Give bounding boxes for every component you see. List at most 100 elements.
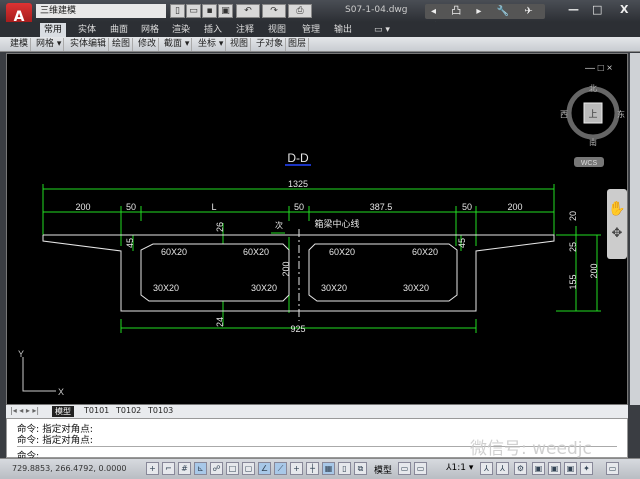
viewcube-south[interactable]: 南 (589, 137, 597, 147)
tab-render[interactable]: 渲染 (168, 23, 194, 37)
new-icon[interactable]: ▯ (170, 4, 185, 18)
infer-constraints-toggle[interactable]: + (146, 462, 159, 475)
drawing-canvas[interactable]: — □ × 上 北 南 西 东 WCS ✋ ✥ D-D 1325 200 50 … (6, 53, 628, 405)
polar-toggle[interactable]: ☍ (210, 462, 223, 475)
navigation-bar[interactable]: ✋ ✥ (607, 189, 627, 259)
dim-bottom-slab: 24 (215, 317, 225, 327)
ucs-x-label: X (58, 387, 64, 397)
chamfer-label: 30X20 (321, 283, 347, 293)
selection-cycling-toggle[interactable]: ⧉ (354, 462, 367, 475)
panel-layers[interactable]: 图层 (286, 38, 310, 51)
workspace-switch-icon[interactable]: ⚙ (514, 462, 527, 475)
tab-layout-t0103[interactable]: T0103 (148, 406, 173, 415)
minimize-button[interactable]: — (568, 3, 579, 16)
3dosnap-toggle[interactable]: ▢ (242, 462, 255, 475)
ucs-icon (22, 357, 56, 392)
viewcube-east[interactable]: 东 (617, 109, 625, 119)
panel-coordinates[interactable]: 坐标 ▾ (196, 38, 227, 51)
tab-layout-t0102[interactable]: T0102 (116, 406, 141, 415)
lightbulb-icon[interactable]: ✦ (580, 462, 593, 475)
saveas-icon[interactable]: ▣ (218, 4, 233, 18)
dim-right-haunch: 45 (457, 238, 467, 248)
save-icon[interactable]: ▪ (202, 4, 217, 18)
ribbon-tabs: 常用 实体 曲面 网格 渲染 插入 注释 视图 管理 输出 ▭ ▾ (0, 22, 640, 37)
tab-insert[interactable]: 插入 (200, 23, 226, 37)
viewcube[interactable]: 上 北 南 西 东 WCS (560, 84, 625, 167)
tab-model[interactable]: 模型 (52, 406, 74, 417)
quick-properties-toggle[interactable]: ▯ (338, 462, 351, 475)
dim-right-a: 20 (568, 211, 578, 221)
infocenter-toolbar[interactable]: ◂ 凸 ▸ 🔧 ✈ ★ ? (425, 4, 545, 32)
panel-modeling[interactable]: 建模 (8, 38, 32, 51)
tab-mesh[interactable]: 网格 (137, 23, 163, 37)
chamfer-label: 30X20 (153, 283, 179, 293)
dim-right-total: 200 (589, 263, 599, 278)
pan-icon[interactable]: ✋ (608, 200, 625, 216)
tab-output[interactable]: 输出 (330, 23, 356, 37)
watermark: 微信号: weedjc (470, 439, 592, 459)
chamfer-label: 30X20 (403, 283, 429, 293)
dim-right-web: 50 (462, 202, 472, 212)
quick-view-icon[interactable]: ▭ (414, 462, 427, 475)
centerline-label: 箱梁中心线 (314, 218, 359, 229)
transparency-toggle[interactable]: ▦ (322, 462, 335, 475)
tab-home[interactable]: 常用 (40, 23, 67, 37)
dyn-toggle[interactable]: + (290, 462, 303, 475)
orbit-icon[interactable]: ✥ (612, 225, 623, 240)
status-bar: 729.8853, 266.4792, 0.0000 + ⌐ # ⊾ ☍ □ ▢… (0, 458, 640, 479)
panel-subobject[interactable]: 子对象 (254, 38, 287, 51)
coordinates-readout: 729.8853, 266.4792, 0.0000 (12, 464, 127, 473)
panel-draw[interactable]: 绘图 (110, 38, 134, 51)
tab-surface[interactable]: 曲面 (106, 23, 132, 37)
auto-scale-icon[interactable]: ⅄ (496, 462, 509, 475)
lineweight-toggle[interactable]: ┼ (306, 462, 319, 475)
layout-view-icon[interactable]: ▭ (398, 462, 411, 475)
chamfer-label: 60X20 (243, 247, 269, 257)
tab-layout-t0101[interactable]: T0101 (84, 406, 109, 415)
dim-center-web: 50 (294, 202, 304, 212)
tab-manage[interactable]: 管理 (298, 23, 324, 37)
panel-solid-edit[interactable]: 实体编辑 (68, 38, 110, 51)
document-title: S07-1-04.dwg (345, 5, 408, 15)
maximize-button[interactable]: □ (592, 3, 602, 16)
annotation-visibility-icon[interactable]: ⅄ (480, 462, 493, 475)
tab-extra-dropdown[interactable]: ▭ ▾ (370, 23, 394, 37)
vertical-scrollbar[interactable] (630, 53, 640, 405)
panel-view[interactable]: 视图 (228, 38, 252, 51)
tab-view[interactable]: 视图 (264, 23, 290, 37)
plot-icon[interactable]: ⎙ (288, 4, 312, 18)
ortho-toggle[interactable]: ⊾ (194, 462, 207, 475)
model-space-button[interactable]: 模型 (374, 463, 392, 476)
osnap-toggle[interactable]: □ (226, 462, 239, 475)
tab-solid[interactable]: 实体 (74, 23, 100, 37)
grid-toggle[interactable]: # (178, 462, 191, 475)
ducs-toggle[interactable]: ⟋ (274, 462, 287, 475)
dim-overall: 1325 (288, 179, 308, 189)
otrack-toggle[interactable]: ∠ (258, 462, 271, 475)
layout-nav-buttons[interactable]: |◂ ◂ ▸ ▸| (10, 406, 39, 415)
viewcube-west[interactable]: 西 (560, 110, 568, 119)
undo-icon[interactable]: ↶ (236, 4, 260, 18)
viewcube-north[interactable]: 北 (589, 84, 597, 93)
annotation-scale-dropdown[interactable]: ⅄1:1 ▾ (446, 463, 473, 473)
open-icon[interactable]: ▭ (186, 4, 201, 18)
close-button[interactable]: X (620, 3, 628, 16)
viewport-controls[interactable]: — □ × (585, 63, 613, 74)
panel-modify[interactable]: 修改 (136, 38, 160, 51)
tab-annotate[interactable]: 注释 (232, 23, 258, 37)
workspace-dropdown[interactable]: 三维建模 (36, 4, 166, 18)
dim-right-cell: 387.5 (370, 202, 393, 212)
command-history-line: 命令: 指定对角点: (17, 435, 93, 446)
toolbar-lock-icon[interactable]: ▣ (532, 462, 545, 475)
viewcube-top[interactable]: 上 (588, 109, 597, 119)
hardware-acceleration-icon[interactable]: ▣ (548, 462, 561, 475)
dim-top-slab: 26 (215, 222, 225, 232)
panel-mesh[interactable]: 网格 ▾ (34, 38, 65, 51)
snap-toggle[interactable]: ⌐ (162, 462, 175, 475)
section-title: D-D (287, 151, 309, 165)
isolate-objects-icon[interactable]: ▣ (564, 462, 577, 475)
wcs-menu[interactable]: WCS (581, 160, 598, 167)
clean-screen-icon[interactable]: ▭ (606, 462, 619, 475)
redo-icon[interactable]: ↷ (262, 4, 286, 18)
panel-section[interactable]: 截面 ▾ (162, 38, 193, 51)
